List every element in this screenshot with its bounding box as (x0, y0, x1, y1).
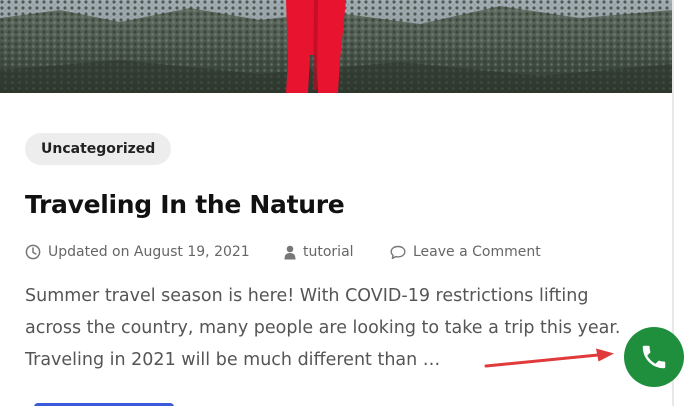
excerpt-line: Traveling in 2021 will be much different… (25, 350, 441, 370)
excerpt-line: Summer travel season is here! With COVID… (25, 286, 589, 306)
leave-comment-link[interactable]: Leave a Comment (413, 244, 541, 260)
post-title[interactable]: Traveling In the Nature (25, 186, 345, 224)
clock-icon (25, 244, 41, 260)
blog-post-card: Uncategorized Traveling In the Nature Up… (0, 0, 700, 406)
mountain-landscape-image (0, 0, 672, 93)
post-updated-date: Updated on August 19, 2021 (25, 241, 250, 263)
post-comments[interactable]: Leave a Comment (390, 241, 541, 263)
comment-icon (390, 245, 406, 259)
phone-icon (642, 345, 666, 369)
post-author[interactable]: tutorial (284, 241, 354, 263)
person-red-jacket (286, 0, 346, 93)
user-icon (284, 245, 296, 259)
author-link[interactable]: tutorial (303, 244, 354, 260)
excerpt-line: across the country, many people are look… (25, 318, 621, 338)
call-button[interactable] (624, 327, 684, 387)
updated-date-text: Updated on August 19, 2021 (48, 244, 250, 260)
category-badge[interactable]: Uncategorized (25, 133, 172, 165)
featured-image[interactable] (0, 0, 672, 93)
annotation-arrow-icon (484, 348, 614, 368)
